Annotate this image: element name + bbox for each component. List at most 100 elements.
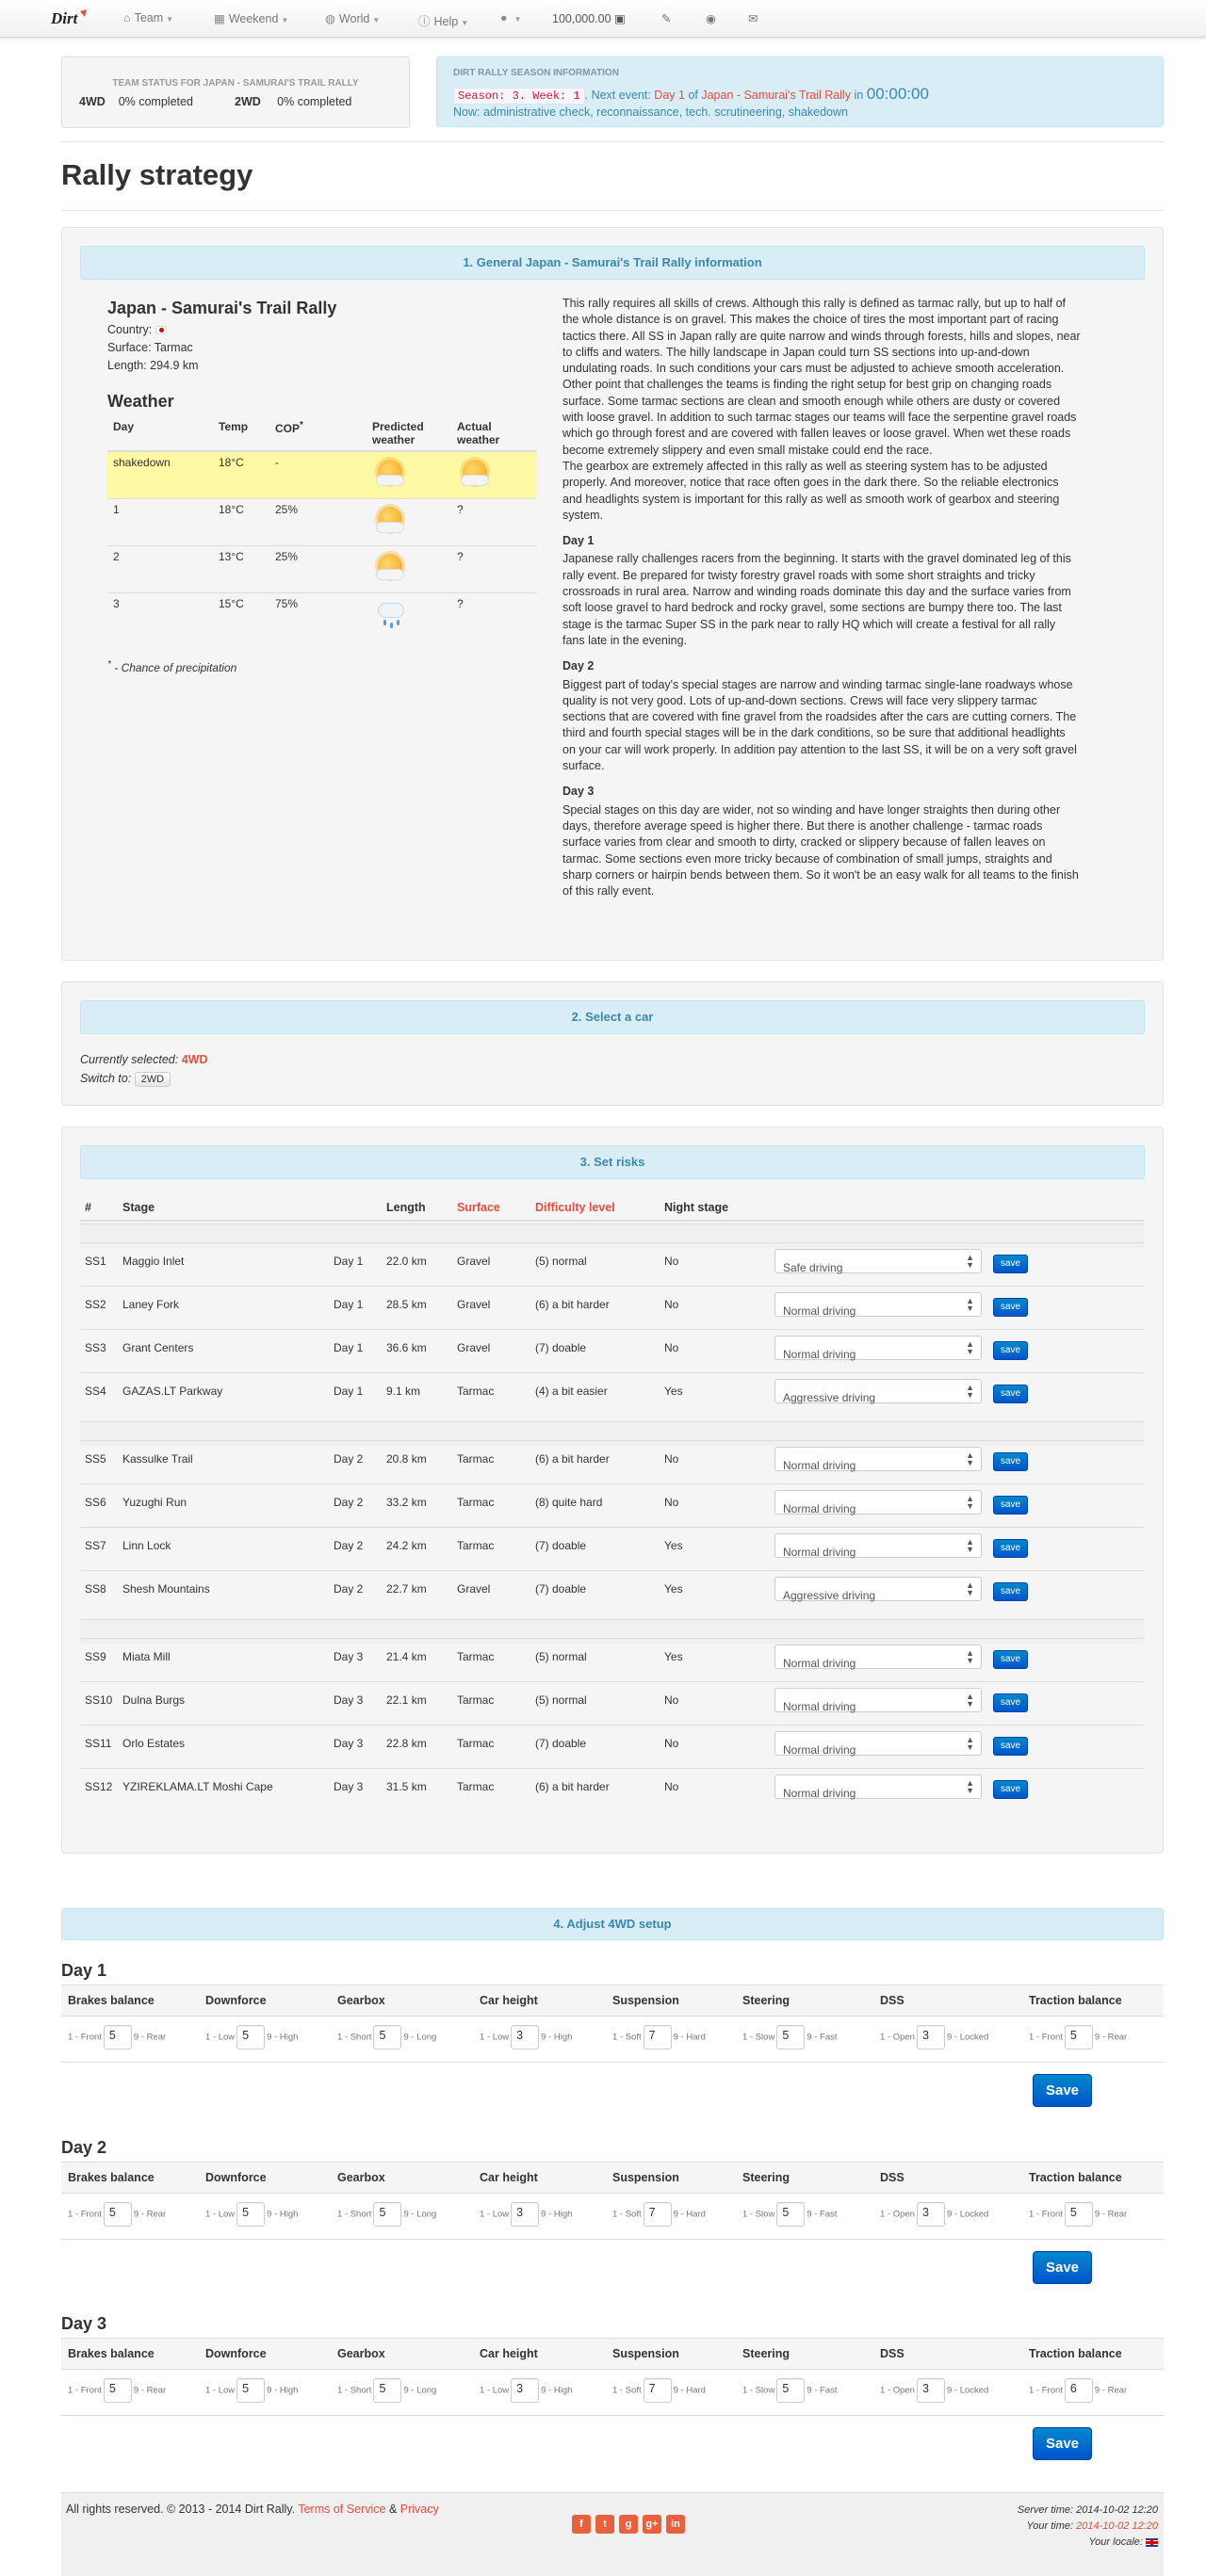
setup-value-input[interactable]: 5 xyxy=(1064,2025,1093,2049)
risk-select[interactable]: Aggressive driving ▲ ▼ xyxy=(774,1379,982,1404)
risk-select[interactable]: Safe driving ▲ ▼ xyxy=(774,1249,982,1274)
setup-value-input[interactable]: 5 xyxy=(373,2025,402,2049)
sun-cloud-icon xyxy=(372,550,406,584)
nav-user-menu[interactable]: ● ▼ xyxy=(500,11,521,24)
setup-value-input[interactable]: 5 xyxy=(103,2025,132,2049)
setup-value-input[interactable]: 5 xyxy=(103,2202,132,2227)
setup-value-input[interactable]: 5 xyxy=(1064,2202,1093,2227)
stage-surface: Gravel xyxy=(457,1582,491,1596)
risk-select[interactable]: Normal driving ▲ ▼ xyxy=(774,1447,982,1472)
setup-value-input[interactable]: 7 xyxy=(643,2025,672,2049)
globe-icon: ◍ xyxy=(325,12,335,25)
stage-number: SS9 xyxy=(85,1650,106,1663)
stage-number: SS11 xyxy=(85,1737,112,1750)
select-arrows-icon: ▲ ▼ xyxy=(966,1383,974,1400)
setup-column-header: DSS xyxy=(880,2347,904,2360)
nav-world-menu[interactable]: ◍ World ▼ xyxy=(325,11,380,25)
stage-number: SS8 xyxy=(85,1582,106,1596)
setup-value-input[interactable]: 5 xyxy=(103,2378,132,2403)
privacy-link[interactable]: Privacy xyxy=(400,2503,439,2516)
setup-value-input[interactable]: 5 xyxy=(236,2025,266,2049)
setup-value-input[interactable]: 7 xyxy=(643,2378,672,2403)
select-arrows-icon: ▲ ▼ xyxy=(966,1580,974,1597)
risk-select[interactable]: Normal driving ▲ ▼ xyxy=(774,1336,982,1361)
risk-select[interactable]: Normal driving ▲ ▼ xyxy=(774,1774,982,1800)
linkedin-icon[interactable]: in xyxy=(666,2515,685,2534)
setup-value-input[interactable]: 5 xyxy=(373,2378,402,2403)
save-risk-button[interactable]: save xyxy=(993,1582,1028,1601)
setup-value-input[interactable]: 5 xyxy=(236,2202,266,2227)
save-risk-button[interactable]: save xyxy=(993,1341,1028,1360)
setup-value-input[interactable]: 6 xyxy=(1064,2378,1093,2403)
setup-value-input[interactable]: 5 xyxy=(776,2025,806,2049)
setup-field: 1 - Front 6 9 - Rear xyxy=(1029,2378,1127,2403)
google-plus-icon[interactable]: g+ xyxy=(643,2515,661,2534)
terms-link[interactable]: Terms of Service xyxy=(298,2503,385,2516)
dirt-rally-logo[interactable]: Dirt xyxy=(49,8,90,30)
setup-value-input[interactable]: 3 xyxy=(916,2025,945,2049)
risk-select[interactable]: Normal driving ▲ ▼ xyxy=(774,1292,982,1318)
save-risk-button[interactable]: save xyxy=(993,1693,1028,1712)
stage-day: Day 2 xyxy=(334,1539,364,1552)
risk-select[interactable]: Normal driving ▲ ▼ xyxy=(774,1533,982,1559)
setup-value-input[interactable]: 7 xyxy=(643,2202,672,2227)
nav-help-menu[interactable]: ⓘ Help ▼ xyxy=(418,11,468,29)
facebook-icon[interactable]: f xyxy=(572,2515,591,2534)
setup-value-input[interactable]: 3 xyxy=(511,2202,540,2227)
setup-table: Brakes balance Downforce Gearbox Car height… xyxy=(61,2338,1164,2417)
stage-name: Yuzughi Run xyxy=(122,1496,187,1509)
language-globe-icon[interactable]: ◉ xyxy=(706,11,716,25)
save-setup-button[interactable]: Save xyxy=(1033,2427,1092,2460)
save-risk-button[interactable]: save xyxy=(993,1496,1028,1515)
set-risks-section: 3. Set risks # Stage Length Surface Diff… xyxy=(61,1126,1164,1854)
team-status-title: TEAM STATUS FOR JAPAN - SAMURAI'S TRAIL … xyxy=(112,78,359,89)
setup-value-input[interactable]: 3 xyxy=(511,2025,540,2049)
risk-select[interactable]: Aggressive driving ▲ ▼ xyxy=(774,1577,982,1602)
stage-length: 28.5 km xyxy=(386,1298,427,1311)
save-risk-button[interactable]: save xyxy=(993,1539,1028,1558)
setup-values-row: 1 - Front 5 9 - Rear 1 - Low 5 9 - High 1 - Sh… xyxy=(61,2017,1164,2063)
nav-money[interactable]: 100,000.00 ▣ xyxy=(552,11,626,25)
stage-row: SS7 Linn Lock Day 2 24.2 km Tarmac (7) doable… xyxy=(80,1527,1145,1570)
twitter-icon[interactable]: t xyxy=(595,2515,614,2534)
nav-weekend-menu[interactable]: ▦ Weekend ▼ xyxy=(214,11,288,25)
sun-cloud-icon xyxy=(372,456,406,490)
stage-number: SS1 xyxy=(85,1255,106,1268)
setup-value-input[interactable]: 5 xyxy=(776,2202,806,2227)
save-setup-button[interactable]: Save xyxy=(1033,2074,1092,2107)
select-arrows-icon: ▲ ▼ xyxy=(966,1450,974,1467)
edit-icon[interactable]: ✎ xyxy=(661,11,671,25)
save-risk-button[interactable]: save xyxy=(993,1650,1028,1669)
setup-field: 1 - Low 3 9 - High xyxy=(480,2378,572,2403)
save-risk-button[interactable]: save xyxy=(993,1780,1028,1799)
weather-row: 3 15°C 75% ? xyxy=(107,591,537,640)
nav-team-menu[interactable]: ⌂ Team ▼ xyxy=(123,11,173,24)
setup-value-input[interactable]: 3 xyxy=(916,2202,945,2227)
risk-select[interactable]: Normal driving ▲ ▼ xyxy=(774,1644,982,1670)
save-risk-button[interactable]: save xyxy=(993,1452,1028,1471)
setup-column-header: Downforce xyxy=(205,2347,267,2360)
github-icon[interactable]: g xyxy=(619,2515,638,2534)
save-risk-button[interactable]: save xyxy=(993,1385,1028,1403)
risk-select[interactable]: Normal driving ▲ ▼ xyxy=(774,1490,982,1515)
save-risk-button[interactable]: save xyxy=(993,1298,1028,1317)
setup-value-input[interactable]: 5 xyxy=(236,2378,266,2403)
setup-value-input[interactable]: 5 xyxy=(776,2378,806,2403)
mail-icon[interactable]: ✉ xyxy=(748,11,758,25)
setup-field: 1 - Front 5 9 - Rear xyxy=(68,2202,166,2227)
setup-day-title: Day 3 xyxy=(61,2314,107,2333)
setup-value-input[interactable]: 3 xyxy=(916,2378,945,2403)
season-info-panel: DIRT RALLY SEASON INFORMATION Season: 3.… xyxy=(436,57,1164,127)
next-event-link[interactable]: Japan - Samurai's Trail Rally xyxy=(701,89,851,102)
risk-select[interactable]: Normal driving ▲ ▼ xyxy=(774,1731,982,1757)
uk-flag-icon[interactable] xyxy=(1146,2537,1158,2547)
stage-surface: Tarmac xyxy=(457,1539,495,1552)
risk-select[interactable]: Normal driving ▲ ▼ xyxy=(774,1688,982,1713)
setup-value-input[interactable]: 5 xyxy=(373,2202,402,2227)
switch-2wd-button[interactable]: 2WD xyxy=(134,1072,171,1087)
setup-value-input[interactable]: 3 xyxy=(511,2378,540,2403)
save-risk-button[interactable]: save xyxy=(993,1737,1028,1756)
save-setup-button[interactable]: Save xyxy=(1033,2251,1092,2284)
save-risk-button[interactable]: save xyxy=(993,1255,1028,1273)
setup-field: 1 - Low 5 9 - High xyxy=(205,2378,298,2403)
